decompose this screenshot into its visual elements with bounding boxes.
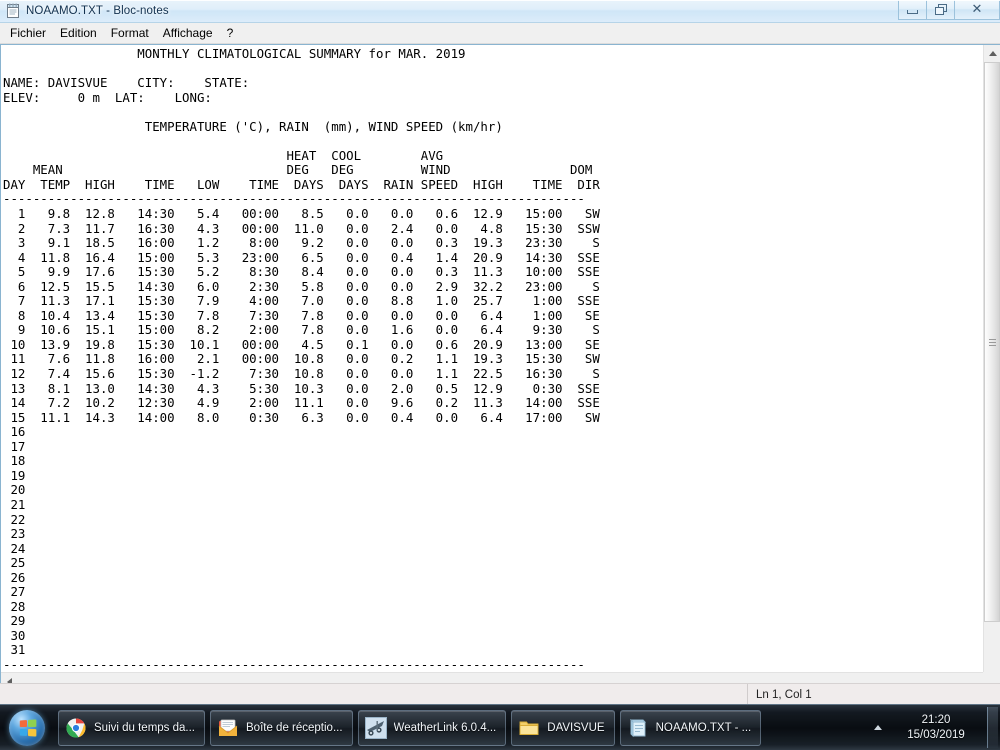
window-title: NOAAMO.TXT - Bloc-notes	[26, 5, 169, 17]
text-editor[interactable]: MONTHLY CLIMATOLOGICAL SUMMARY for MAR. …	[1, 45, 983, 672]
taskbar-item-mail[interactable]: Boîte de réceptio...	[210, 709, 353, 746]
window-titlebar[interactable]: NOAAMO.TXT - Bloc-notes ✕	[0, 0, 1000, 23]
tray-expand-button[interactable]	[867, 714, 889, 742]
notepad-icon	[627, 717, 649, 739]
taskbar-label: Suivi du temps da...	[94, 721, 195, 734]
taskbar-label: DAVISVUE	[547, 721, 605, 734]
chevron-up-icon	[874, 725, 882, 730]
taskbar-label: Boîte de réceptio...	[246, 721, 343, 734]
chrome-icon	[65, 717, 87, 739]
minimize-icon	[907, 9, 918, 14]
taskbar-clock[interactable]: 21:20 15/03/2019	[889, 713, 983, 743]
menu-affichage[interactable]: Affichage	[156, 24, 220, 43]
taskbar-label: NOAAMO.TXT - ...	[655, 721, 752, 734]
taskbar-item-weatherlink[interactable]: WeatherLink 6.0.4...	[357, 709, 507, 746]
restore-icon	[934, 4, 947, 15]
weatherlink-icon	[364, 716, 387, 739]
close-icon: ✕	[971, 2, 983, 17]
menu-fichier[interactable]: Fichier	[3, 24, 53, 43]
document-text[interactable]: MONTHLY CLIMATOLOGICAL SUMMARY for MAR. …	[3, 46, 983, 672]
menu-format[interactable]: Format	[104, 24, 156, 43]
editor-client-area: MONTHLY CLIMATOLOGICAL SUMMARY for MAR. …	[0, 44, 1000, 689]
start-button[interactable]	[2, 707, 52, 749]
taskbar-items: Suivi du temps da... Boîte de réceptio..…	[52, 707, 867, 749]
notepad-window: NOAAMO.TXT - Bloc-notes ✕ Fichier Editio…	[0, 0, 1000, 706]
minimize-button[interactable]	[898, 0, 927, 20]
menu-help[interactable]: ?	[220, 24, 241, 43]
taskbar-item-notepad[interactable]: NOAAMO.TXT - ...	[619, 709, 762, 746]
menu-edition[interactable]: Edition	[53, 24, 104, 43]
desktop-background: NOAAMO.TXT - Bloc-notes ✕ Fichier Editio…	[0, 0, 1000, 750]
taskbar: Suivi du temps da... Boîte de réceptio..…	[0, 704, 1000, 750]
close-button[interactable]: ✕	[954, 0, 1000, 20]
status-pane-empty	[0, 683, 748, 706]
cursor-position-label: Ln 1, Col 1	[756, 688, 812, 701]
taskbar-item-chrome[interactable]: Suivi du temps da...	[58, 709, 205, 746]
taskbar-item-folder[interactable]: DAVISVUE	[511, 709, 615, 746]
status-bar: Ln 1, Col 1	[0, 683, 1000, 706]
grip-icon	[988, 337, 996, 348]
clock-time: 21:20	[921, 713, 951, 726]
menu-bar: Fichier Edition Format Affichage ?	[0, 23, 1000, 44]
mail-icon	[217, 717, 239, 739]
folder-icon	[518, 717, 540, 739]
restore-button[interactable]	[926, 0, 955, 20]
windows-start-icon	[9, 709, 45, 746]
taskbar-label: WeatherLink 6.0.4...	[393, 721, 497, 734]
system-tray: 21:20 15/03/2019	[867, 707, 1000, 749]
show-desktop-button[interactable]	[987, 707, 998, 748]
clock-date: 15/03/2019	[907, 728, 965, 741]
scroll-up-button[interactable]	[984, 45, 1000, 62]
vertical-scroll-thumb[interactable]	[984, 62, 1000, 622]
notepad-icon	[5, 3, 21, 19]
chevron-up-icon	[988, 51, 997, 56]
status-pane-position: Ln 1, Col 1	[748, 684, 1000, 706]
window-controls: ✕	[898, 0, 1000, 21]
vertical-scrollbar[interactable]	[983, 45, 1000, 672]
